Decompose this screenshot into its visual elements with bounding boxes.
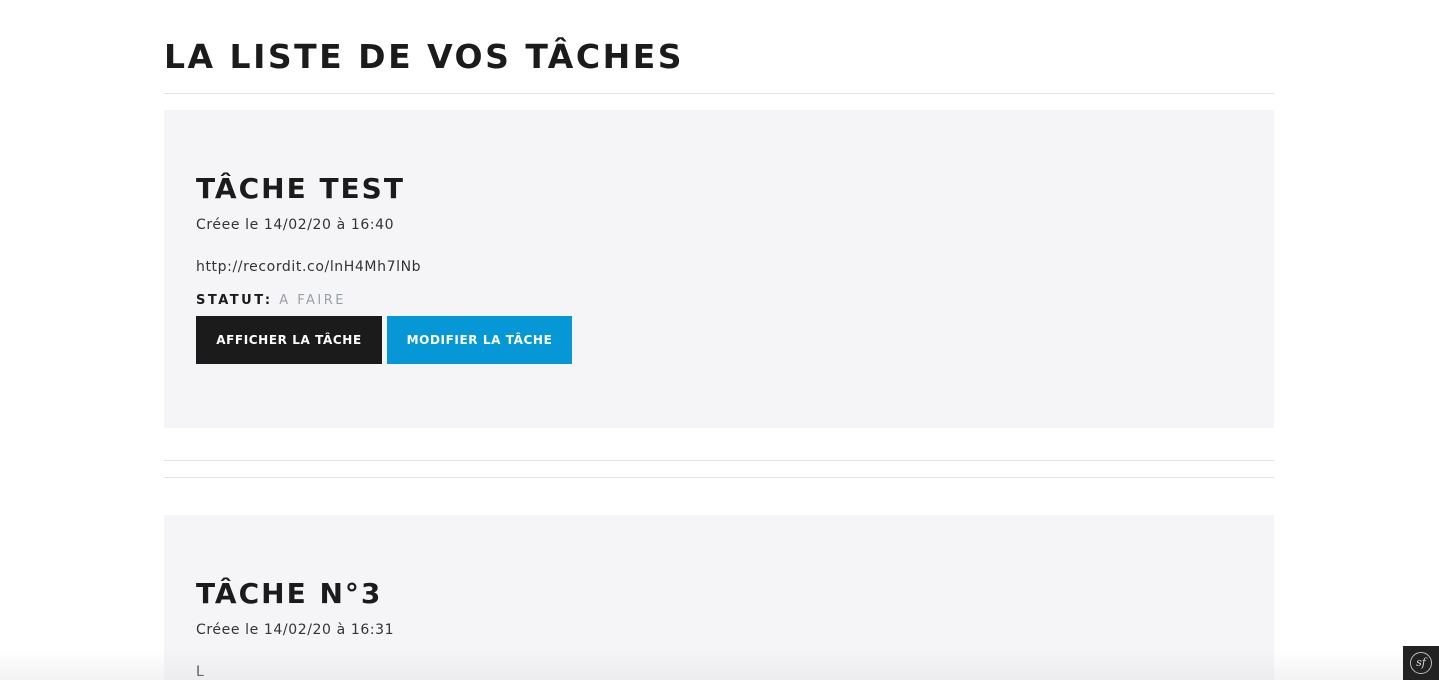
task-title: TÂCHE N°3 — [196, 577, 383, 610]
page-title: LA LISTE DE VOS TÂCHES — [164, 37, 684, 76]
task-list-page: LA LISTE DE VOS TÂCHES TÂCHE TEST Créee … — [0, 0, 1439, 680]
task-divider — [164, 477, 1274, 478]
status-value: A FAIRE — [279, 293, 346, 308]
task-divider — [164, 460, 1274, 461]
edit-task-button[interactable]: MODIFIER LA TÂCHE — [387, 316, 572, 364]
task-status: STATUT: A FAIRE — [196, 293, 346, 309]
status-label: STATUT: — [196, 293, 273, 308]
task-description: http://recordit.co/lnH4Mh7lNb — [196, 259, 422, 275]
task-card: TÂCHE TEST Créee le 14/02/20 à 16:40 htt… — [164, 110, 1274, 428]
task-title: TÂCHE TEST — [196, 172, 405, 205]
symfony-toolbar-toggle[interactable]: sf — [1403, 646, 1439, 680]
task-description: L — [196, 664, 205, 680]
task-created-date: Créee le 14/02/20 à 16:40 — [196, 217, 395, 233]
title-divider — [164, 93, 1274, 94]
show-task-button[interactable]: AFFICHER LA TÂCHE — [196, 316, 382, 364]
task-card: TÂCHE N°3 Créee le 14/02/20 à 16:31 L — [164, 515, 1274, 680]
task-created-date: Créee le 14/02/20 à 16:31 — [196, 622, 395, 638]
symfony-logo-icon: sf — [1410, 652, 1432, 674]
